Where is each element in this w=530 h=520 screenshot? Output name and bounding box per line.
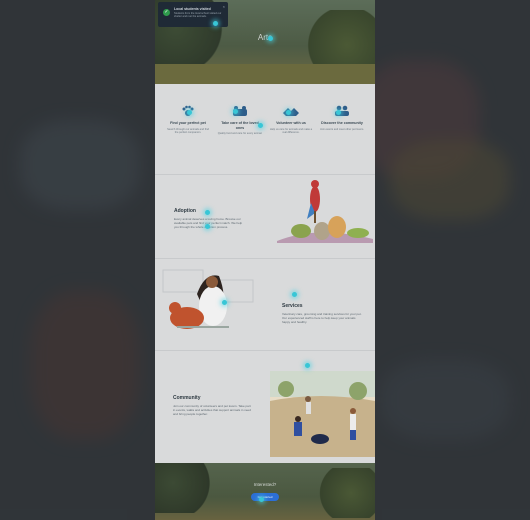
features-section: Find your perfect pet Search through our…	[155, 95, 375, 175]
marker-dot	[292, 292, 297, 297]
services-text: Veterinary care, grooming and training s…	[282, 312, 362, 324]
feature-community: Discover the community Join events and m…	[319, 105, 365, 131]
feature-desc: Join events and meet other pet lovers.	[320, 127, 364, 131]
cta-banner: Interested? Get started	[155, 463, 375, 520]
feature-desc: Search through our animals and find the …	[167, 127, 209, 134]
marker-dot	[233, 109, 238, 114]
community-illustration	[270, 371, 375, 457]
marker-dot	[205, 210, 210, 215]
marker-dot	[205, 224, 210, 229]
toast-body: Students from the local school visited o…	[174, 12, 222, 19]
marker-dot	[187, 110, 192, 115]
close-icon[interactable]: ×	[223, 4, 225, 9]
marker-dot	[268, 36, 273, 41]
check-icon: ✓	[163, 9, 170, 16]
feature-desc: Help us care for animals and make a real…	[269, 127, 313, 134]
marker-dot	[336, 110, 341, 115]
divider	[155, 258, 375, 259]
get-started-button[interactable]: Get started	[251, 493, 279, 501]
divider	[155, 350, 375, 351]
community-text: Join our community of volunteers and pet…	[173, 404, 251, 416]
cta-trees-right	[315, 468, 375, 518]
cta-question: Interested?	[253, 482, 277, 487]
hero-ground	[155, 64, 375, 84]
marker-dot	[259, 497, 264, 502]
hero-title: Arts	[257, 33, 273, 42]
hero-banner: Arts ✓ Local students visited Students f…	[155, 0, 375, 84]
hands-icon	[283, 108, 299, 116]
feature-label: Take care of the loved ones	[221, 121, 259, 130]
toast-title: Local students visited	[174, 7, 211, 11]
community-block: Community Join our community of voluntee…	[173, 395, 253, 416]
cta-trees-left	[155, 463, 215, 513]
page-preview: Arts ✓ Local students visited Students f…	[155, 0, 375, 520]
services-illustration	[162, 269, 254, 329]
services-block: Services Veterinary care, grooming and t…	[282, 303, 364, 324]
feature-label: Find your perfect pet	[170, 121, 206, 125]
feature-label: Volunteer with us	[276, 121, 306, 125]
services-heading: Services	[282, 303, 303, 309]
community-heading: Community	[173, 395, 201, 401]
marker-dot	[286, 110, 291, 115]
adoption-illustration	[277, 180, 373, 243]
marker-dot	[258, 123, 263, 128]
feature-care: Take care of the loved ones Quality food…	[217, 105, 263, 135]
marker-dot	[305, 363, 310, 368]
feature-desc: Quality food and care for every animal.	[217, 132, 263, 135]
marker-dot	[213, 21, 218, 26]
marker-dot	[222, 300, 227, 305]
feature-volunteer: Volunteer with us Help us care for anima…	[268, 105, 314, 134]
feature-label: Discover the community	[321, 121, 363, 125]
